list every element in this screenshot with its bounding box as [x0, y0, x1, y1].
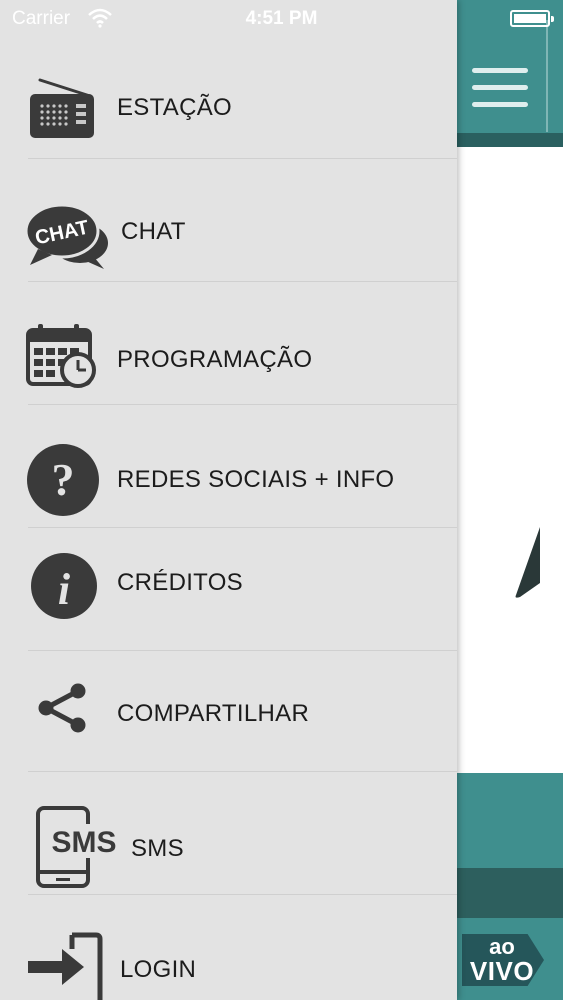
- info-icon: i: [31, 553, 97, 619]
- menu-label-compartilhar: COMPARTILHAR: [117, 700, 310, 727]
- menu-item-programacao[interactable]: PROGRAMAÇÃO: [0, 282, 457, 404]
- menu-label-login: LOGIN: [120, 956, 197, 983]
- side-menu-drawer: ESTAÇÃO CHAT CHAT PROGRAMAÇÃO ? REDES SO…: [0, 0, 457, 1000]
- menu-label-creditos: CRÉDITOS: [117, 569, 243, 596]
- live-badge-line2: VIVO: [469, 956, 535, 986]
- battery-icon: [510, 10, 554, 27]
- hamburger-menu-icon[interactable]: [472, 66, 528, 112]
- login-icon: [28, 932, 103, 1000]
- sms-icon-text: SMS: [51, 826, 116, 859]
- app-footer-band-dark: [457, 868, 563, 918]
- live-badge-button[interactable]: ao VIVO: [462, 934, 563, 988]
- question-icon: ?: [27, 444, 99, 516]
- app-footer-band: [457, 773, 563, 868]
- menu-item-sms[interactable]: SMS SMS: [0, 772, 457, 894]
- menu-item-redes-sociais[interactable]: ? REDES SOCIAIS + INFO: [0, 405, 457, 527]
- svg-text:i: i: [58, 565, 71, 614]
- menu-label-redes-sociais: REDES SOCIAIS + INFO: [117, 466, 395, 493]
- live-badge-line1: ao: [489, 934, 515, 959]
- menu-item-login[interactable]: LOGIN: [0, 895, 457, 1000]
- app-header-divider: [457, 133, 563, 147]
- radio-icon: [30, 78, 94, 138]
- menu-item-creditos[interactable]: i CRÉDITOS: [0, 528, 457, 650]
- share-icon: [38, 683, 86, 733]
- menu-label-chat: CHAT: [121, 218, 186, 245]
- status-time: 4:51 PM: [245, 8, 318, 29]
- menu-item-chat[interactable]: CHAT CHAT: [0, 159, 457, 281]
- status-bar: Carrier 4:51 PM: [0, 0, 563, 40]
- menu-item-estacao[interactable]: ESTAÇÃO: [0, 60, 457, 158]
- menu-label-sms: SMS: [131, 835, 184, 862]
- calendar-clock-icon: [26, 324, 96, 388]
- app-content-area: [457, 147, 563, 773]
- menu-label-programacao: PROGRAMAÇÃO: [117, 346, 313, 373]
- chat-bubble-icon: CHAT: [24, 203, 108, 269]
- svg-text:?: ?: [52, 454, 75, 505]
- sms-phone-icon: SMS: [36, 806, 118, 888]
- play-arrow-shape: [515, 527, 540, 598]
- menu-item-compartilhar[interactable]: COMPARTILHAR: [0, 651, 457, 771]
- menu-label-estacao: ESTAÇÃO: [117, 94, 233, 121]
